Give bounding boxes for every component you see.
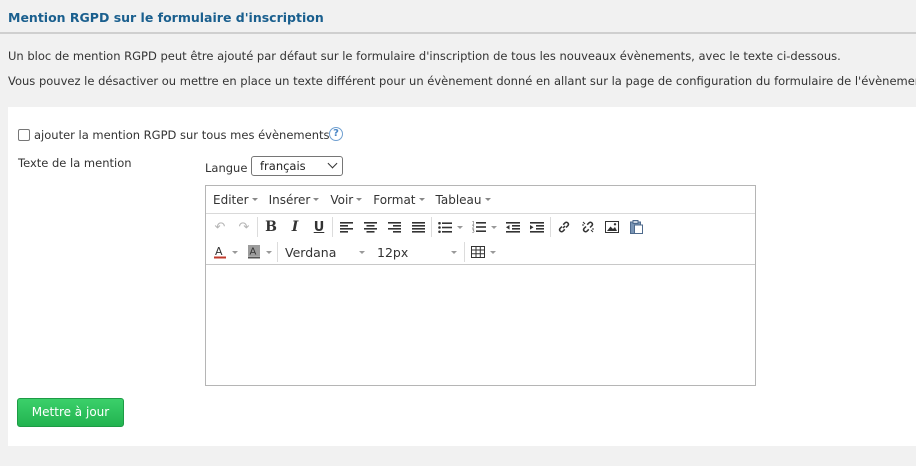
remove-link-button[interactable] bbox=[576, 216, 600, 238]
toolbar-separator bbox=[464, 242, 465, 262]
align-right-button[interactable] bbox=[382, 216, 406, 238]
editor-toolbar-2: A A Verdana 12px bbox=[206, 240, 755, 265]
toolbar-separator bbox=[257, 217, 258, 237]
editor-content-area[interactable] bbox=[206, 267, 755, 385]
table-button[interactable] bbox=[466, 241, 490, 263]
rich-text-editor: Editer Insérer Voir Format Tableau ↶ ↷ B… bbox=[205, 185, 756, 386]
align-justify-button[interactable] bbox=[406, 216, 430, 238]
dropdown-arrow-icon[interactable] bbox=[490, 250, 496, 254]
rgpd-checkbox-label[interactable]: ajouter la mention RGPD sur tous mes évè… bbox=[34, 128, 330, 142]
bullet-list-icon bbox=[438, 221, 452, 233]
menu-voir[interactable]: Voir bbox=[325, 189, 368, 211]
toolbar-separator bbox=[277, 242, 278, 262]
menu-format-label: Format bbox=[373, 192, 416, 207]
dropdown-arrow-icon bbox=[251, 198, 258, 201]
toolbar-separator bbox=[431, 217, 432, 237]
dropdown-arrow-icon bbox=[356, 198, 363, 201]
settings-panel: ajouter la mention RGPD sur tous mes évè… bbox=[8, 107, 916, 446]
langue-label: Langue bbox=[205, 161, 248, 175]
link-icon bbox=[558, 221, 570, 233]
undo-icon[interactable]: ↶ bbox=[208, 216, 232, 238]
bg-color-glyph: A bbox=[250, 247, 257, 258]
menu-inserer[interactable]: Insérer bbox=[264, 189, 326, 211]
menu-voir-label: Voir bbox=[330, 192, 354, 207]
dropdown-arrow-icon bbox=[451, 250, 457, 254]
chevron-down-icon bbox=[327, 158, 338, 169]
dropdown-arrow-icon bbox=[359, 250, 365, 254]
unlink-icon bbox=[582, 221, 594, 233]
dropdown-arrow-icon[interactable] bbox=[491, 225, 497, 229]
redo-icon[interactable]: ↷ bbox=[232, 216, 256, 238]
font-size-value: 12px bbox=[377, 244, 409, 260]
numbered-list-button[interactable]: 123 bbox=[467, 216, 491, 238]
italic-icon: I bbox=[291, 219, 299, 235]
menu-tableau-label: Tableau bbox=[435, 192, 482, 207]
toolbar-separator bbox=[332, 217, 333, 237]
background-color-icon: A bbox=[248, 245, 260, 259]
indent-icon bbox=[530, 221, 544, 233]
dropdown-arrow-icon bbox=[484, 198, 491, 201]
font-family-select[interactable]: Verdana bbox=[279, 241, 371, 263]
align-right-icon bbox=[387, 221, 401, 233]
paste-button[interactable] bbox=[624, 216, 648, 238]
title-divider bbox=[0, 32, 916, 34]
bullet-list-button[interactable] bbox=[433, 216, 457, 238]
align-justify-icon bbox=[411, 221, 425, 233]
menu-tableau[interactable]: Tableau bbox=[431, 189, 497, 211]
text-color-icon: A bbox=[214, 245, 226, 259]
font-family-value: Verdana bbox=[285, 244, 337, 260]
clipboard-icon bbox=[629, 220, 643, 234]
menu-editer[interactable]: Editer bbox=[208, 189, 264, 211]
svg-text:3: 3 bbox=[472, 229, 475, 234]
editor-toolbar-1: ↶ ↷ B I U 123 bbox=[206, 214, 755, 240]
menu-editer-label: Editer bbox=[213, 192, 249, 207]
rgpd-checkbox[interactable] bbox=[18, 129, 30, 141]
indent-button[interactable] bbox=[525, 216, 549, 238]
outdent-icon bbox=[506, 221, 520, 233]
background-color-button[interactable]: A bbox=[242, 241, 266, 263]
insert-image-button[interactable] bbox=[600, 216, 624, 238]
intro-text-2: Vous pouvez le désactiver ou mettre en p… bbox=[8, 74, 916, 88]
mention-label: Texte de la mention bbox=[18, 156, 132, 170]
dropdown-arrow-icon bbox=[418, 198, 425, 201]
help-icon[interactable]: ? bbox=[329, 127, 343, 141]
menu-inserer-label: Insérer bbox=[268, 192, 311, 207]
page-title: Mention RGPD sur le formulaire d'inscrip… bbox=[8, 10, 324, 25]
editor-menubar: Editer Insérer Voir Format Tableau bbox=[206, 186, 755, 214]
outdent-button[interactable] bbox=[501, 216, 525, 238]
image-icon bbox=[605, 221, 619, 233]
bold-button[interactable]: B bbox=[259, 216, 283, 238]
langue-select-value: français bbox=[260, 159, 306, 173]
rgpd-checkbox-row[interactable]: ajouter la mention RGPD sur tous mes évè… bbox=[18, 128, 330, 142]
bold-icon: B bbox=[265, 219, 277, 235]
align-left-icon bbox=[339, 221, 353, 233]
intro-text-1: Un bloc de mention RGPD peut être ajouté… bbox=[8, 49, 841, 63]
dropdown-arrow-icon bbox=[313, 198, 320, 201]
toolbar-separator bbox=[550, 217, 551, 237]
text-color-glyph: A bbox=[215, 245, 223, 258]
langue-select[interactable]: français bbox=[251, 156, 343, 176]
dropdown-arrow-icon[interactable] bbox=[457, 225, 463, 229]
align-center-icon bbox=[363, 221, 377, 233]
numbered-list-icon: 123 bbox=[472, 221, 486, 233]
text-color-button[interactable]: A bbox=[208, 241, 232, 263]
underline-button[interactable]: U bbox=[307, 216, 331, 238]
dropdown-arrow-icon[interactable] bbox=[266, 250, 272, 254]
dropdown-arrow-icon[interactable] bbox=[232, 250, 238, 254]
align-center-button[interactable] bbox=[358, 216, 382, 238]
table-icon bbox=[471, 246, 485, 258]
insert-link-button[interactable] bbox=[552, 216, 576, 238]
font-size-select[interactable]: 12px bbox=[371, 241, 463, 263]
italic-button[interactable]: I bbox=[283, 216, 307, 238]
underline-icon: U bbox=[313, 219, 325, 235]
menu-format[interactable]: Format bbox=[368, 189, 430, 211]
align-left-button[interactable] bbox=[334, 216, 358, 238]
submit-button[interactable]: Mettre à jour bbox=[17, 398, 124, 427]
